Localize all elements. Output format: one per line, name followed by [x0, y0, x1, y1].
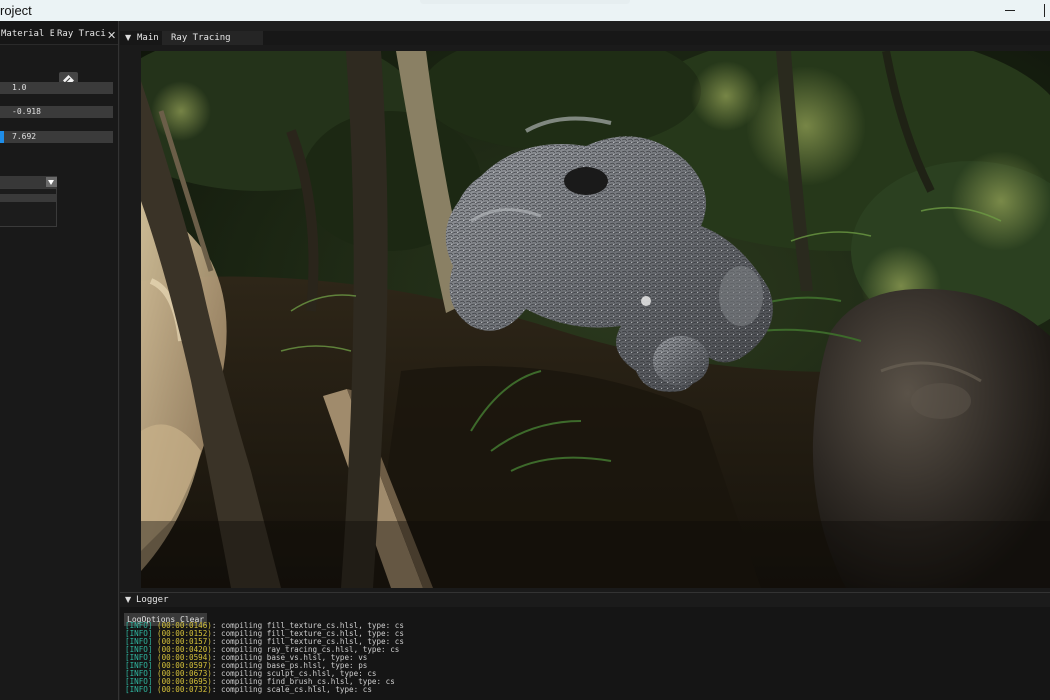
param-value-1: 1.0 — [12, 83, 27, 92]
combo-dropdown-list[interactable] — [0, 188, 57, 227]
dropdown-highlighted-item[interactable] — [0, 194, 56, 202]
slider-grab-indicator[interactable] — [0, 131, 4, 143]
left-panel: Material E.. Ray Tracin.. ✕ 1.0 -0.918 7… — [0, 21, 119, 700]
param-field-2[interactable]: -0.918 — [0, 106, 113, 118]
collapse-triangle-icon[interactable]: ▼ — [125, 34, 131, 42]
tab-material-editor[interactable]: Material E.. — [1, 25, 54, 44]
logger-title: Logger — [136, 595, 169, 605]
title-bar-blur — [420, 0, 630, 4]
param-field-1[interactable]: 1.0 — [0, 82, 113, 94]
maximize-icon[interactable] — [1044, 4, 1050, 17]
main-tab-bar: ▼ Main Ray Tracing Render — [120, 31, 1050, 57]
tab-ray-tracing[interactable]: Ray Tracin.. — [57, 25, 106, 44]
window-title: roject — [0, 3, 32, 18]
window-title-bar: roject — [0, 0, 1050, 21]
combo-select[interactable] — [0, 176, 57, 188]
left-tab-bar: Material E.. Ray Tracin.. ✕ — [0, 21, 118, 45]
chevron-down-icon[interactable] — [46, 177, 57, 187]
logger-header: ▼ Logger — [120, 593, 1050, 607]
param-value-3: 7.692 — [12, 132, 37, 141]
render-viewport[interactable] — [141, 51, 1050, 588]
logger-panel: ▼ Logger LogOptions Clear [INFO] (00:00:… — [120, 592, 1050, 700]
collapse-triangle-icon[interactable]: ▼ — [125, 596, 131, 604]
minimize-icon[interactable] — [1003, 2, 1019, 18]
tab-main[interactable]: Main — [137, 31, 159, 45]
tab-ray-tracing-render[interactable]: Ray Tracing Render — [162, 31, 263, 57]
log-list[interactable]: [INFO] (00:00:0146): compiling fill_text… — [125, 622, 1025, 698]
log-line: [INFO] (00:00:0732): compiling scale_cs.… — [125, 685, 372, 694]
param-value-2: -0.918 — [12, 107, 41, 116]
forest-render-image — [141, 51, 1050, 588]
close-icon[interactable]: ✕ — [107, 30, 116, 41]
param-field-3[interactable]: 7.692 — [0, 131, 113, 143]
